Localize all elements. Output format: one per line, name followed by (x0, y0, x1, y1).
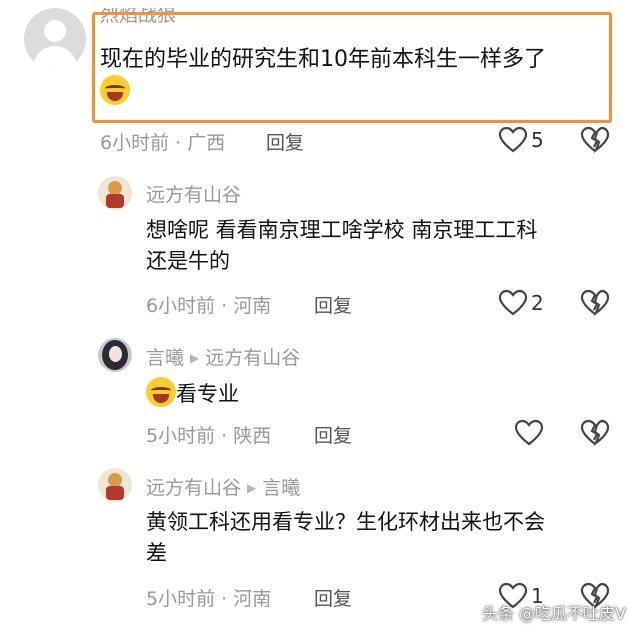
comment-text: 看专业 (146, 377, 239, 410)
reply-target[interactable]: 远方有山谷 (205, 347, 300, 369)
heart-icon[interactable] (498, 289, 528, 317)
reply-button[interactable]: 回复 (314, 421, 352, 448)
comment-text: 黄领工科还用看专业？生化环材出来也不会 差 (146, 510, 545, 565)
avatar[interactable] (98, 338, 132, 372)
watermark: 头条 @吃瓜不吐皮V (481, 604, 626, 623)
broken-heart-icon[interactable] (580, 419, 610, 447)
laugh-cry-emoji-icon (100, 75, 130, 105)
like-count: 5 (531, 128, 544, 152)
reply-arrow-icon: ▶ (190, 351, 200, 365)
broken-heart-icon[interactable] (580, 126, 610, 154)
heart-icon[interactable] (514, 419, 544, 447)
comment-meta: 6小时前 · 河南 (146, 295, 272, 317)
reply-button[interactable]: 回复 (314, 584, 352, 611)
heart-icon[interactable] (498, 126, 528, 154)
comment-meta: 6小时前 · 广西 (100, 132, 226, 154)
comment-meta: 5小时前 · 河南 (146, 588, 272, 610)
comment-author[interactable]: 远方有山谷 (146, 477, 241, 499)
reply-button[interactable]: 回复 (266, 128, 304, 155)
comment-text: 现在的毕业的研究生和10年前本科生一样多了 (100, 44, 546, 108)
reply-button[interactable]: 回复 (314, 291, 352, 318)
comment-author[interactable]: 远方有山谷 (146, 180, 241, 207)
avatar[interactable] (98, 468, 132, 502)
comment-text: 想啥呢 看看南京理工啥学校 南京理工工科 还是牛的 (146, 218, 538, 273)
laugh-cry-emoji-icon (146, 377, 176, 407)
avatar[interactable] (24, 8, 86, 70)
like-count: 2 (531, 291, 544, 315)
comment-author-line: 远方有山谷 ▶ 言曦 (146, 473, 300, 500)
comment-author-line: 言曦 ▶ 远方有山谷 (146, 343, 300, 370)
reply-target[interactable]: 言曦 (262, 477, 300, 499)
avatar[interactable] (98, 176, 132, 210)
broken-heart-icon[interactable] (580, 289, 610, 317)
reply-arrow-icon: ▶ (247, 481, 257, 495)
comment-meta: 5小时前 · 陕西 (146, 425, 272, 447)
comment-author[interactable]: 言曦 (146, 347, 184, 369)
